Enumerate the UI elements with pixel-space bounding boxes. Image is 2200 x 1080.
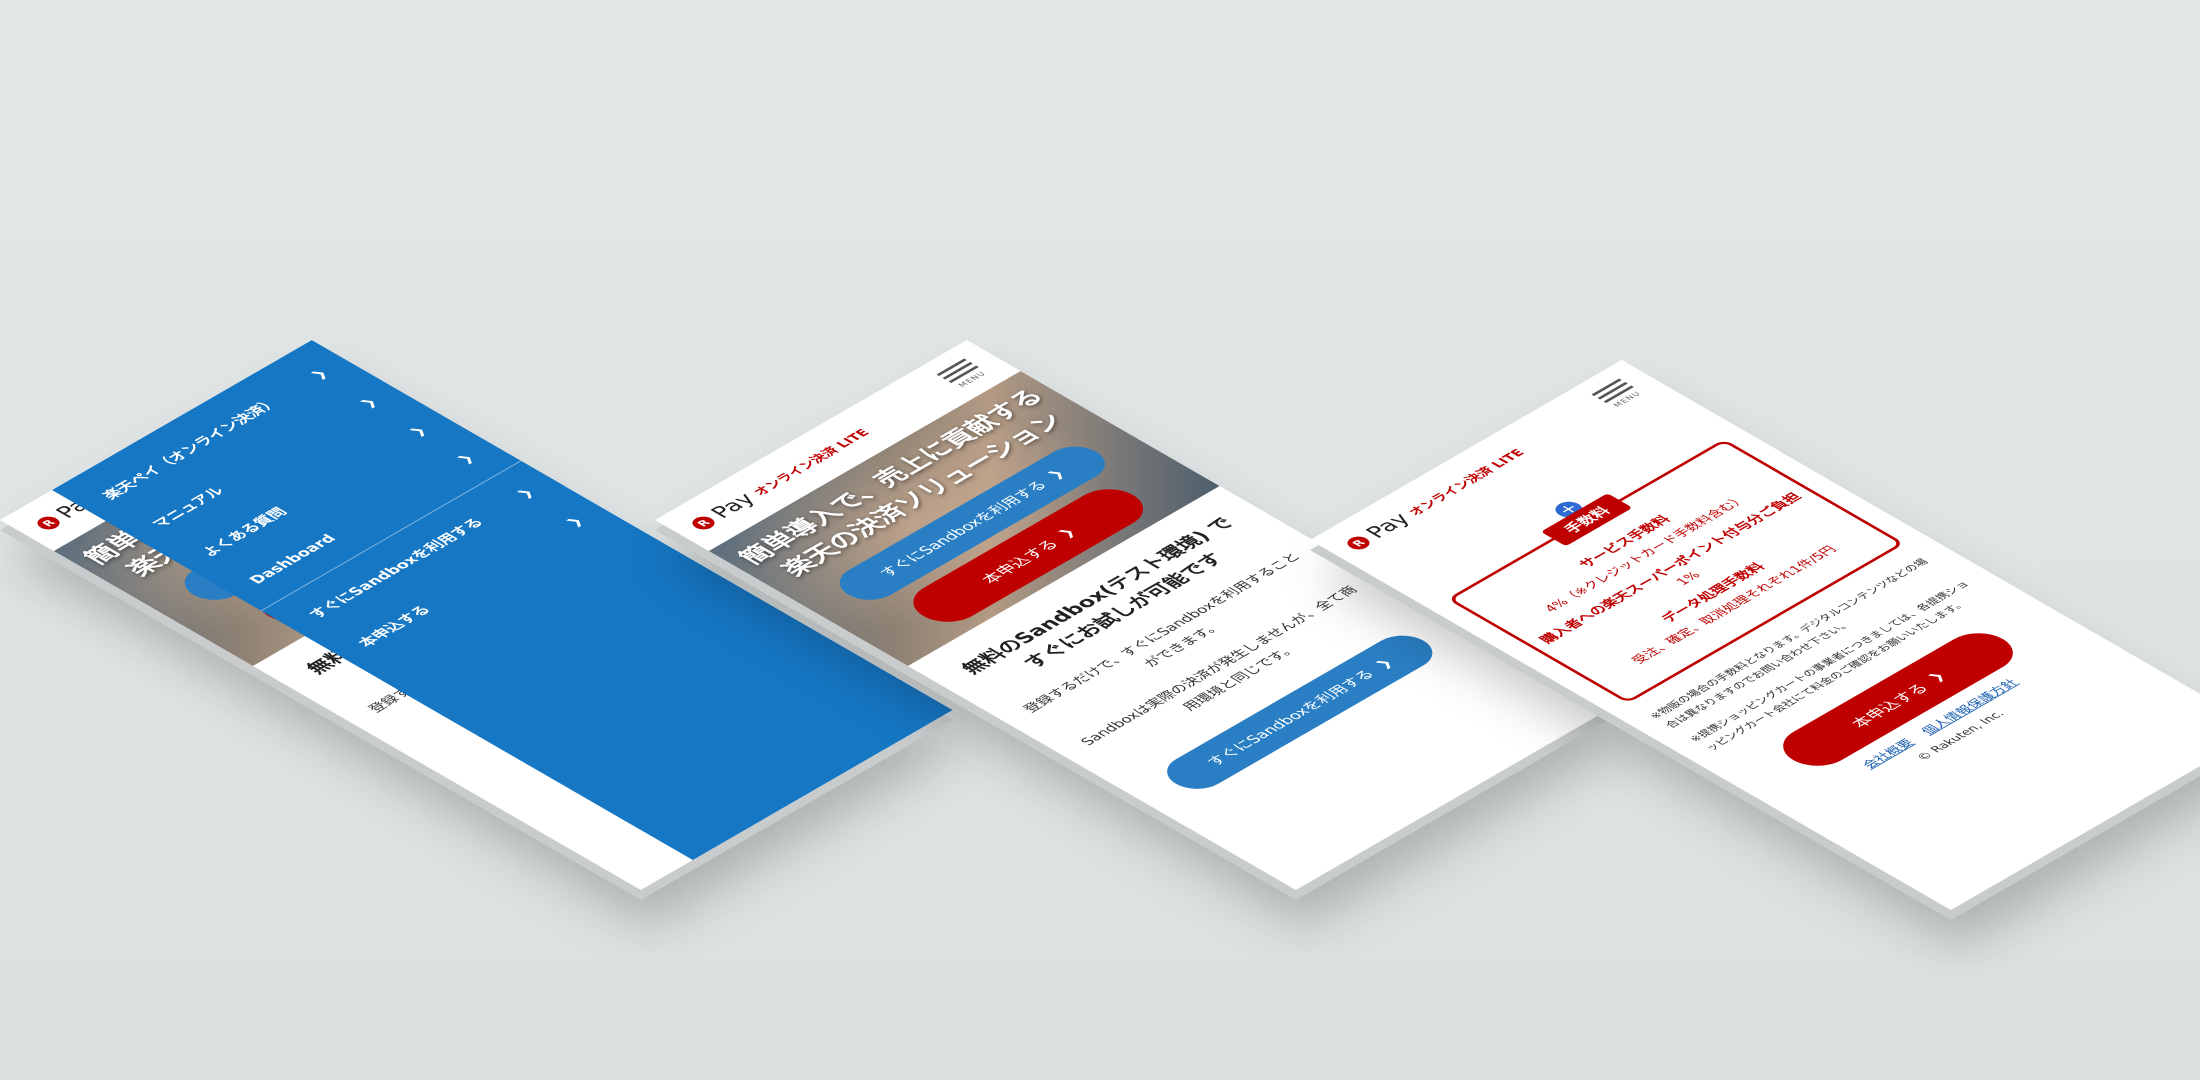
rakuten-logo-icon: R [687,514,720,532]
chevron-right-icon: ❯ [454,452,479,466]
menu-button[interactable]: MENU [931,356,993,392]
chevron-right-icon: ❯ [513,486,538,501]
logo-pay-text: Pay [705,489,761,522]
phone-menu-open: R Pay オンライン決済 LITE MENU 簡単導入で、売上に貢献する 楽天… [0,340,953,890]
chevron-right-icon: ❯ [1372,656,1397,671]
chevron-right-icon: ❯ [405,424,430,439]
chevron-right-icon: ❯ [1924,670,1949,684]
rakuten-logo-icon: R [1342,534,1375,552]
chevron-right-icon: ❯ [1044,467,1069,482]
mockup-stage: R Pay オンライン決済 LITE MENU 簡単導入で、売上に貢献する 楽天… [0,0,2200,1080]
logo-pay-text: Pay [1360,509,1416,542]
apply-button-label: 本申込する [976,536,1063,587]
rakuten-logo-icon: R [32,514,65,532]
chevron-right-icon: ❯ [307,367,332,382]
menu-button[interactable]: MENU [1586,376,1648,412]
apply-button-label: 本申込する [1847,680,1933,731]
chevron-right-icon: ❯ [562,514,587,529]
chevron-right-icon: ❯ [1054,525,1079,540]
chevron-right-icon: ❯ [356,395,381,410]
